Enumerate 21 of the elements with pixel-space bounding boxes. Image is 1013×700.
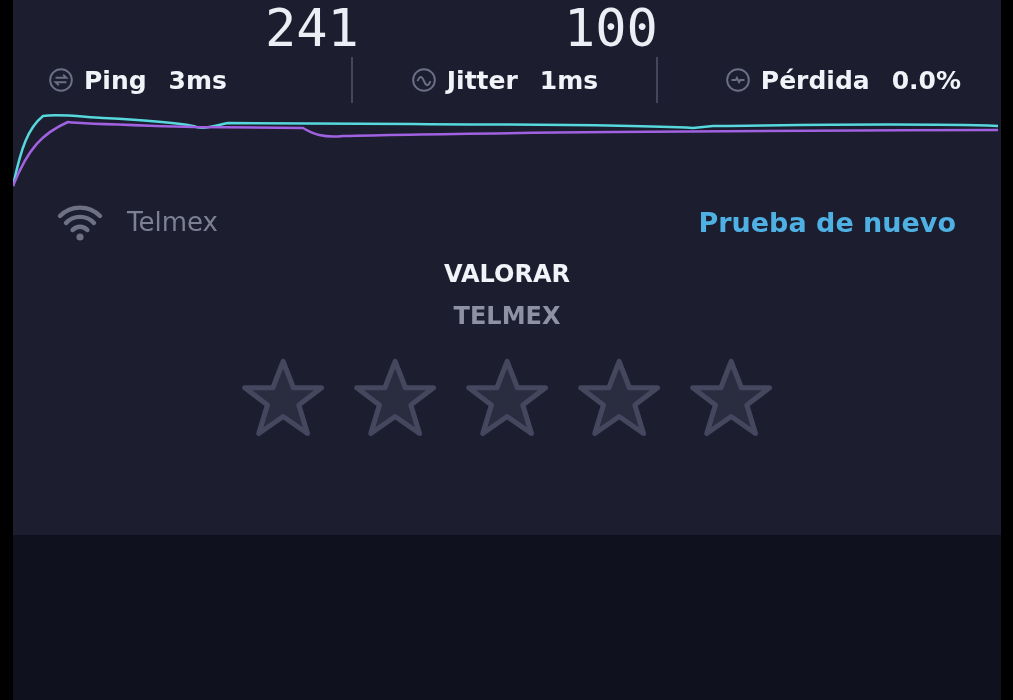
star-icon[interactable] — [241, 358, 325, 438]
speed-value: 100 — [563, 0, 658, 56]
metric-value: 0.0% — [891, 65, 961, 95]
pulse-circle-icon — [724, 67, 751, 93]
star-icon[interactable] — [689, 358, 773, 438]
metric-label: Pérdida — [760, 65, 870, 95]
wifi-icon — [55, 202, 105, 242]
provider-name: Telmex — [127, 207, 218, 237]
metric-label: Ping — [84, 65, 147, 95]
star-icon[interactable] — [577, 358, 661, 438]
metric-label: Jitter — [446, 65, 518, 95]
star-icon[interactable] — [353, 358, 437, 438]
wave-circle-icon — [410, 67, 437, 93]
speed-value: 241 — [265, 0, 359, 56]
rating-title: VALORAR — [444, 260, 570, 288]
star-icon[interactable] — [465, 358, 549, 438]
retry-link[interactable]: Prueba de nuevo — [698, 206, 956, 238]
metric-value: 1ms — [539, 65, 599, 95]
rating-subtitle: TELMEX — [453, 302, 561, 330]
metric-value: 3ms — [168, 65, 227, 95]
arrows-circle-icon — [48, 67, 74, 93]
